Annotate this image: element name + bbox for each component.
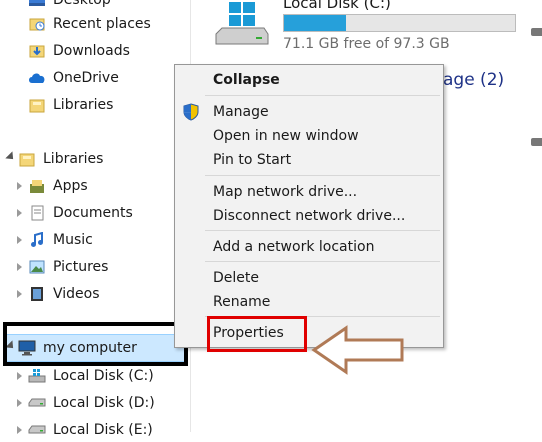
- menu-item-map-network-drive[interactable]: Map network drive...: [213, 181, 357, 203]
- expand-documents-icon[interactable]: [17, 209, 22, 217]
- uac-shield-icon: [183, 103, 199, 125]
- drive-edge-icon: [531, 28, 542, 36]
- windows-drive-icon: [28, 368, 46, 384]
- expand-libraries-icon[interactable]: [5, 151, 16, 162]
- expand-music-icon[interactable]: [17, 236, 22, 244]
- nav-item-drive-d[interactable]: Local Disk (D:): [28, 391, 155, 415]
- nav-item-videos[interactable]: Videos: [28, 282, 100, 306]
- nav-item-desktop[interactable]: Desktop: [28, 0, 111, 12]
- menu-separator: [205, 261, 440, 262]
- drive-edge-icon: [531, 138, 542, 146]
- expand-drive-d-icon[interactable]: [17, 399, 22, 407]
- nav-item-label: Libraries: [53, 97, 113, 113]
- documents-library-icon: [28, 205, 46, 221]
- menu-separator: [205, 230, 440, 231]
- expand-drive-e-icon[interactable]: [17, 426, 22, 434]
- menu-item-pin-to-start[interactable]: Pin to Start: [213, 149, 291, 171]
- nav-item-recent-places[interactable]: Recent places: [28, 12, 151, 36]
- nav-item-apps[interactable]: Apps: [28, 174, 88, 198]
- nav-item-music[interactable]: Music: [28, 228, 93, 252]
- libraries-icon: [28, 97, 46, 113]
- nav-item-onedrive[interactable]: OneDrive: [28, 66, 119, 90]
- expand-drive-c-icon[interactable]: [17, 372, 22, 380]
- nav-item-label: Libraries: [43, 151, 103, 167]
- nav-item-label: Pictures: [53, 259, 108, 275]
- nav-item-label: Downloads: [53, 43, 130, 59]
- nav-item-label: Music: [53, 232, 93, 248]
- menu-item-delete[interactable]: Delete: [213, 267, 259, 289]
- expand-pictures-icon[interactable]: [17, 263, 22, 271]
- menu-separator: [205, 95, 440, 96]
- nav-item-label: Videos: [53, 286, 100, 302]
- menu-item-rename[interactable]: Rename: [213, 291, 270, 313]
- hard-drive-icon: [28, 395, 46, 411]
- annotation-red-box: [207, 316, 307, 352]
- expand-apps-icon[interactable]: [17, 182, 22, 190]
- nav-item-pictures[interactable]: Pictures: [28, 255, 108, 279]
- music-library-icon: [28, 232, 46, 248]
- onedrive-cloud-icon: [28, 70, 46, 86]
- navigation-pane: Desktop Recent places Downloads OneDrive…: [0, 0, 190, 432]
- nav-item-label: Desktop: [53, 0, 111, 8]
- nav-item-label: Local Disk (E:): [53, 422, 153, 438]
- downloads-folder-icon: [28, 43, 46, 59]
- nav-item-label: Local Disk (C:): [53, 368, 154, 384]
- nav-item-label: Documents: [53, 205, 133, 221]
- nav-item-drive-e[interactable]: Local Disk (E:): [28, 418, 153, 442]
- nav-item-label: Recent places: [53, 16, 151, 32]
- apps-library-icon: [28, 178, 46, 194]
- menu-item-add-network-location[interactable]: Add a network location: [213, 236, 374, 258]
- nav-item-documents[interactable]: Documents: [28, 201, 133, 225]
- disk-usage-fill: [284, 15, 346, 31]
- nav-item-downloads[interactable]: Downloads: [28, 39, 130, 63]
- disk-usage-bar: [283, 14, 516, 32]
- libraries-icon: [18, 151, 36, 167]
- group-label: rage (2): [436, 70, 504, 90]
- desktop-icon: [28, 0, 46, 8]
- hard-drive-icon: [28, 422, 46, 438]
- disk-title: Local Disk (C:): [283, 0, 391, 12]
- videos-library-icon: [28, 286, 46, 302]
- windows-drive-large-icon[interactable]: [214, 2, 270, 52]
- nav-item-label: Local Disk (D:): [53, 395, 155, 411]
- nav-item-label: Apps: [53, 178, 88, 194]
- context-menu: Collapse Manage Open in new window Pin t…: [174, 64, 444, 348]
- nav-item-label: OneDrive: [53, 70, 119, 86]
- recent-places-icon: [28, 16, 46, 32]
- nav-item-libraries-quick[interactable]: Libraries: [28, 93, 113, 117]
- annotation-black-box: [3, 322, 188, 366]
- pictures-library-icon: [28, 259, 46, 275]
- expand-videos-icon[interactable]: [17, 290, 22, 298]
- annotation-arrow-icon: [310, 325, 406, 379]
- disk-free-text: 71.1 GB free of 97.3 GB: [283, 36, 450, 52]
- menu-item-collapse[interactable]: Collapse: [213, 69, 280, 91]
- menu-separator: [205, 175, 440, 176]
- nav-item-libraries[interactable]: Libraries: [18, 147, 103, 171]
- menu-item-manage[interactable]: Manage: [213, 101, 269, 123]
- menu-item-open-new-window[interactable]: Open in new window: [213, 125, 359, 147]
- menu-item-disconnect-network-drive[interactable]: Disconnect network drive...: [213, 205, 405, 227]
- nav-item-drive-c[interactable]: Local Disk (C:): [28, 364, 154, 388]
